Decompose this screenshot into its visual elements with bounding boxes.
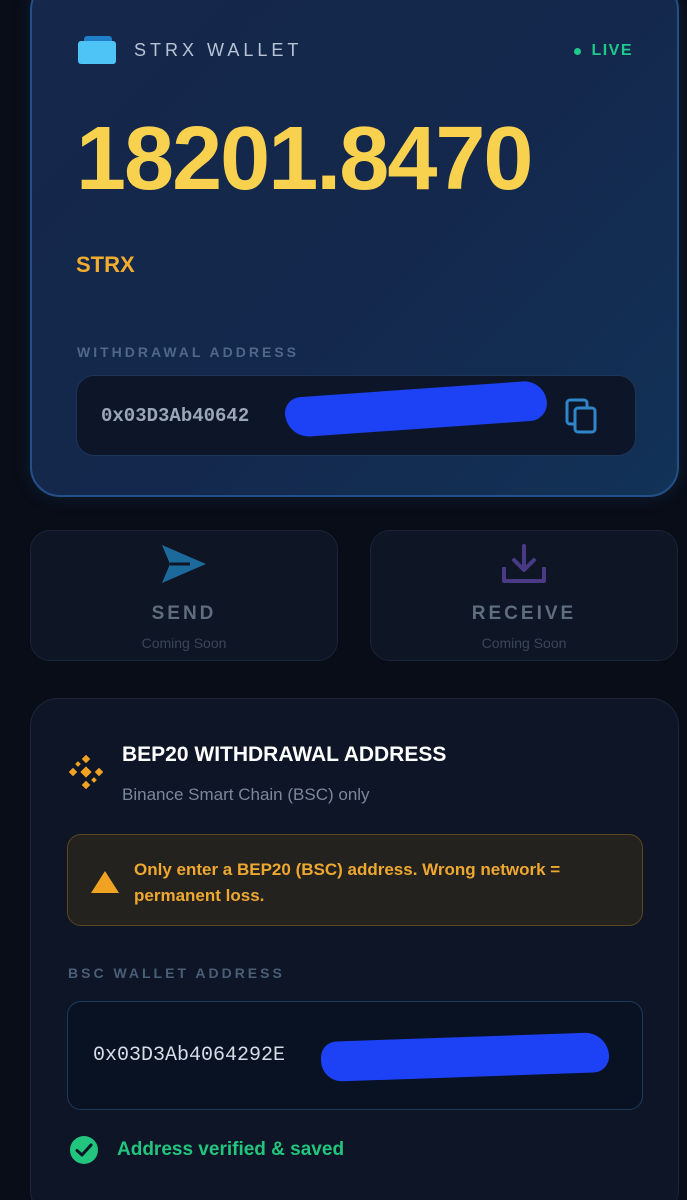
wallet-header: STRX WALLET [78,36,302,64]
bsc-address-label: BSC WALLET ADDRESS [68,965,285,981]
bep20-subtitle: Binance Smart Chain (BSC) only [122,785,370,804]
check-circle-icon [70,1136,98,1164]
wallet-card: STRX WALLET LIVE 18201.8470 STRX WITHDRA… [30,0,679,497]
redaction-scribble [320,1031,610,1083]
page: STRX WALLET LIVE 18201.8470 STRX WITHDRA… [0,0,687,1200]
receive-label: RECEIVE [471,603,577,624]
bep20-section: BEP20 WITHDRAWAL ADDRESS Binance Smart C… [30,698,679,1200]
bep20-title: BEP20 WITHDRAWAL ADDRESS [122,743,447,766]
network-warning: Only enter a BEP20 (BSC) address. Wrong … [67,834,643,926]
withdrawal-address-label: WITHDRAWAL ADDRESS [77,344,299,360]
live-dot-icon [574,47,582,55]
verified-text: Address verified & saved [117,1139,345,1160]
warning-icon [91,871,119,893]
receive-sublabel: Coming Soon [481,635,567,651]
live-status-label: LIVE [591,42,633,59]
live-status-badge: LIVE [574,42,633,60]
verified-status: Address verified & saved [69,1135,344,1165]
wallet-title: STRX WALLET [134,39,303,60]
redaction-scribble [283,379,549,439]
send-label: SEND [151,603,217,624]
binance-icon [69,755,103,789]
wallet-balance: 18201.8470 [76,109,533,209]
send-icon [162,545,206,583]
bsc-address-input[interactable]: 0x03D3Ab4064292E [67,1001,643,1110]
send-button[interactable]: SEND Coming Soon [30,530,338,661]
receive-button[interactable]: RECEIVE Coming Soon [370,530,678,661]
withdrawal-address-box: 0x03D3Ab40642 [76,375,636,456]
copy-icon[interactable] [565,398,599,436]
withdrawal-address-text: 0x03D3Ab40642 [101,404,250,427]
warning-text: Only enter a BEP20 (BSC) address. Wrong … [134,860,561,905]
wallet-icon [78,36,116,64]
bsc-address-text: 0x03D3Ab4064292E [93,1044,286,1067]
balance-unit: STRX [76,252,135,277]
send-sublabel: Coming Soon [141,635,227,651]
download-icon [502,544,546,583]
